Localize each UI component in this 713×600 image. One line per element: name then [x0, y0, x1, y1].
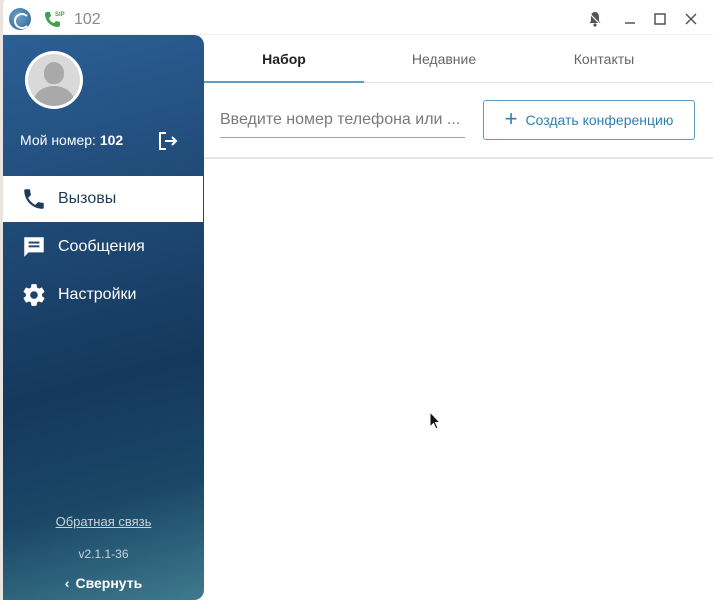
main-tabs: Набор Недавние Контакты — [204, 35, 713, 83]
plus-icon: + — [504, 106, 518, 131]
sip-phone-icon: SIP — [45, 12, 65, 27]
minimize-icon — [625, 22, 635, 24]
window-titlebar: SIP 102 — [3, 3, 713, 35]
svg-text:SIP: SIP — [55, 12, 65, 18]
create-conference-label: Создать конференцию — [525, 112, 674, 128]
avatar[interactable] — [25, 51, 83, 109]
gear-icon — [23, 284, 45, 306]
mouse-cursor-icon — [429, 411, 442, 430]
sidebar-item-settings[interactable]: Настройки — [3, 272, 203, 318]
message-icon — [24, 237, 44, 257]
phone-search-field — [220, 104, 465, 138]
collapse-label: Свернуть — [75, 575, 143, 591]
tab-contacts[interactable]: Контакты — [524, 35, 684, 83]
tab-label: Набор — [262, 51, 306, 67]
close-icon — [685, 13, 697, 25]
tab-recent[interactable]: Недавние — [364, 35, 524, 83]
logout-icon[interactable] — [156, 129, 180, 153]
minimize-button[interactable] — [620, 9, 640, 29]
my-number-value: 102 — [99, 132, 124, 148]
active-tab-indicator — [204, 81, 364, 83]
app-logo-icon — [9, 8, 31, 30]
phone-search-input[interactable] — [220, 104, 465, 136]
feedback-link[interactable]: Обратная связь — [3, 514, 204, 529]
sidebar-item-messages[interactable]: Сообщения — [3, 224, 203, 270]
sidebar-item-label: Настройки — [58, 286, 137, 303]
sidebar: Мой номер: 102 Вызовы Сообщения Настройк… — [3, 35, 204, 600]
tab-label: Недавние — [411, 51, 477, 67]
sidebar-item-label: Вызовы — [58, 190, 117, 207]
maximize-icon — [654, 13, 666, 25]
maximize-button[interactable] — [650, 9, 670, 29]
version-text: v2.1.1-36 — [78, 547, 129, 561]
phone-icon — [24, 189, 44, 209]
divider — [204, 157, 713, 159]
tab-label: Контакты — [573, 51, 635, 67]
my-number: Мой номер: 102 — [20, 132, 123, 148]
collapse-button[interactable]: ‹ Свернуть — [3, 575, 204, 591]
sidebar-item-calls[interactable]: Вызовы — [3, 176, 203, 222]
close-button[interactable] — [681, 9, 701, 29]
chevron-left-icon: ‹ — [64, 575, 70, 591]
my-number-label: Мой номер: — [20, 132, 96, 148]
sidebar-item-label: Сообщения — [58, 238, 145, 255]
bell-off-icon[interactable] — [585, 9, 605, 29]
create-conference-button[interactable]: + Создать конференцию — [483, 100, 695, 140]
tab-dial[interactable]: Набор — [204, 35, 364, 83]
user-silhouette-icon — [28, 54, 80, 106]
window-title: 102 — [74, 11, 101, 28]
